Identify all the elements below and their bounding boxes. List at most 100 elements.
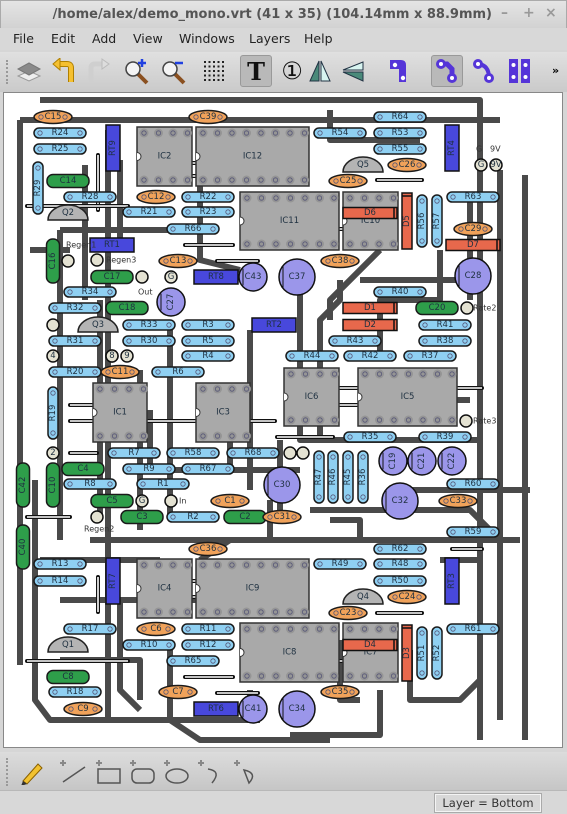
menu-file[interactable]: File	[13, 31, 34, 46]
track-style-1-icon[interactable]	[384, 55, 416, 87]
resistor-r23: R23	[181, 206, 235, 218]
pad-style-icon[interactable]	[504, 55, 536, 87]
component-label: IC4	[158, 584, 172, 594]
resistor-r9: R9	[122, 463, 176, 475]
component-label: R46	[328, 469, 338, 486]
component-label: R42	[362, 351, 379, 361]
text-icon[interactable]: T	[240, 55, 272, 87]
component-label: R30	[141, 336, 158, 346]
ceramic-c12: C12	[136, 189, 176, 205]
component-label: R48	[392, 559, 409, 569]
menu-add[interactable]: Add	[92, 31, 116, 46]
component-label: R39	[437, 432, 454, 442]
component-label: C29	[465, 224, 482, 234]
diode-d2: D2	[342, 318, 398, 332]
toolbar-grip[interactable]	[6, 758, 8, 786]
grid-icon[interactable]	[198, 55, 230, 87]
add-line-icon[interactable]	[58, 755, 90, 787]
redo-icon[interactable]	[82, 55, 114, 87]
component-label: R28	[82, 192, 99, 202]
component-label: C15	[45, 112, 62, 122]
resistor-r44: R44	[285, 350, 339, 362]
mirror-horizontal-icon[interactable]	[337, 55, 369, 87]
ic-notch	[195, 584, 201, 593]
menu-layers[interactable]: Layers	[249, 31, 290, 46]
board-text-label: Rate2	[473, 304, 496, 313]
menu-windows[interactable]: Windows	[179, 31, 235, 46]
component-label: C27	[166, 294, 176, 311]
add-chord-icon[interactable]	[232, 755, 264, 787]
text-glyph: T	[247, 56, 265, 86]
component-label: C32	[392, 496, 409, 506]
component-label: R58	[185, 448, 202, 458]
board-canvas[interactable]: IC2 IC12 IC11 IC10 IC1 IC3 IC6 IC5 IC4 IC9 IC8 IC7 C…	[3, 92, 563, 748]
toolbar-overflow-button[interactable]: »	[552, 64, 559, 77]
trimmer-rt3: RT3	[444, 557, 460, 605]
component-label: C23	[340, 608, 357, 618]
diode-d3: D3	[401, 624, 413, 682]
resistor-r38: R38	[418, 335, 472, 347]
close-button[interactable]: ×	[545, 5, 557, 21]
electrolytic-c21: C21	[407, 446, 437, 476]
component-label: C3	[136, 512, 147, 522]
add-rounded-rectangle-icon[interactable]	[128, 755, 160, 787]
component-label: R53	[392, 128, 409, 138]
component-label: R32	[67, 303, 84, 313]
minimize-button[interactable]: –	[501, 5, 508, 21]
pad-label: 4	[50, 351, 55, 361]
add-rectangle-icon[interactable]	[94, 755, 126, 787]
ceramic-c33: C33	[438, 493, 478, 509]
electrolytic-c30: C30	[263, 466, 301, 504]
mirror-vertical-icon[interactable]	[304, 55, 336, 87]
layers-icon[interactable]	[13, 55, 45, 87]
component-label: R60	[465, 479, 482, 489]
board-text-label: Regen2	[84, 525, 114, 534]
component-label: D2	[364, 320, 376, 330]
maximize-button[interactable]: +	[523, 5, 535, 21]
pencil-icon[interactable]	[14, 755, 46, 787]
resistor-r53: R53	[373, 127, 427, 139]
resistor-r20: R20	[48, 366, 102, 378]
zoom-in-icon[interactable]	[121, 55, 153, 87]
resistor-r19: R19	[47, 386, 59, 440]
resistor-r50: R50	[373, 575, 427, 587]
ceramic-c26: C26	[387, 157, 427, 173]
component-label: C43	[245, 272, 262, 282]
component-label: R65	[185, 656, 202, 666]
component-label: C7	[172, 687, 183, 697]
component-label: C31	[274, 512, 291, 522]
layer-status: Layer = Bottom	[434, 793, 542, 813]
component-label: R44	[304, 351, 321, 361]
track-style-3-icon[interactable]	[468, 55, 500, 87]
menu-edit[interactable]: Edit	[51, 31, 75, 46]
components: IC2 IC12 IC11 IC10 IC1 IC3 IC6 IC5 IC4 IC9 IC8 IC7 C…	[15, 109, 501, 728]
add-ellipse-icon[interactable]	[162, 755, 194, 787]
menu-view[interactable]: View	[133, 31, 163, 46]
add-arc-icon[interactable]	[196, 755, 228, 787]
pcb-layout[interactable]: IC2 IC12 IC11 IC10 IC1 IC3 IC6 IC5 IC4 IC9 IC8 IC7 C…	[4, 93, 562, 747]
resistor-r5: R5	[181, 335, 235, 347]
ic-ic4: IC4	[136, 558, 193, 619]
zoom-out-icon[interactable]	[158, 55, 190, 87]
ceramic-c31: C31	[262, 509, 302, 525]
resistor-r66: R66	[166, 223, 220, 235]
electrolytic-c22: C22	[437, 446, 467, 476]
track-style-2-icon[interactable]	[431, 55, 463, 87]
diode-d6: D6	[342, 206, 398, 220]
component-label: C25	[340, 176, 357, 186]
film-c8: C8	[46, 669, 90, 685]
resistor-r62: R62	[373, 543, 427, 555]
resistor-r6: R6	[151, 366, 205, 378]
undo-icon[interactable]	[48, 55, 80, 87]
component-label: R41	[437, 320, 454, 330]
pad	[164, 494, 178, 508]
ceramic-c24: C24	[387, 589, 427, 605]
menu-help[interactable]: Help	[304, 31, 333, 46]
ceramic-c13: C13	[158, 253, 198, 269]
pad-label: G	[168, 272, 175, 282]
component-label: RT1	[104, 240, 120, 250]
toolbar-grip[interactable]	[6, 60, 8, 84]
component-label: R62	[392, 544, 409, 554]
pad	[283, 446, 297, 460]
resistor-r34: R34	[63, 286, 117, 298]
